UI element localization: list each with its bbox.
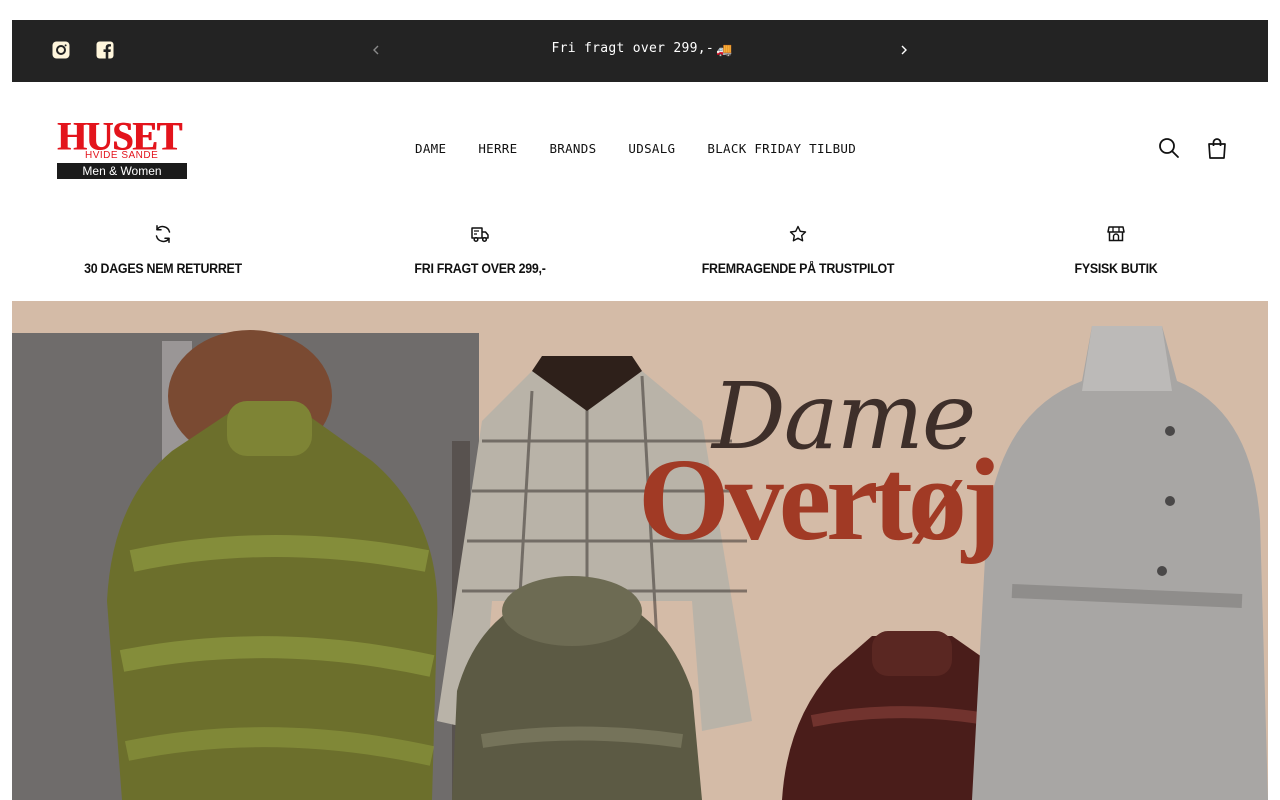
instagram-link[interactable]	[52, 41, 70, 59]
chevron-left-icon	[373, 45, 379, 55]
nav-item-herre[interactable]: HERRE	[478, 141, 517, 156]
announcement-prev-button[interactable]	[368, 42, 384, 58]
announcement-text: Fri fragt over 299,-	[551, 41, 715, 56]
delivery-truck-icon	[471, 227, 489, 243]
site-header: HUSET HVIDE SANDE Men & Women DAME HERRE…	[12, 82, 1268, 212]
logo-tagline: Men & Women	[57, 163, 187, 179]
usp-item-trustpilot: FREMRAGENDE PÅ TRUSTPILOT	[648, 224, 948, 276]
announcement-next-button[interactable]	[896, 42, 912, 58]
search-button[interactable]	[1158, 137, 1180, 159]
nav-item-brands[interactable]: BRANDS	[549, 141, 596, 156]
nav-item-udsalg[interactable]: UDSALG	[628, 141, 675, 156]
usp-label: 30 DAGES NEM RETURRET	[84, 261, 242, 276]
usp-item-returns: 30 DAGES NEM RETURRET	[13, 224, 313, 276]
usp-item-shipping: FRI FRAGT OVER 299,-	[330, 224, 630, 276]
header-actions	[1158, 137, 1228, 159]
nav-item-black-friday[interactable]: BLACK FRIDAY TILBUD	[707, 141, 856, 156]
usp-label: FRI FRAGT OVER 299,-	[414, 261, 546, 276]
hero-title-main: Overtøj	[638, 434, 1001, 565]
star-icon	[789, 225, 807, 242]
cart-button[interactable]	[1206, 137, 1228, 159]
usp-item-store: FYSISK BUTIK	[966, 224, 1266, 276]
social-links	[52, 41, 114, 59]
usp-label: FYSISK BUTIK	[1074, 261, 1158, 276]
facebook-icon	[96, 41, 114, 59]
hero-banner[interactable]: Dame Overtøj	[12, 301, 1268, 800]
announcement-message: Fri fragt over 299,- 🚚	[392, 41, 892, 58]
store-icon	[1107, 226, 1125, 242]
search-icon	[1159, 138, 1179, 158]
main-nav: DAME HERRE BRANDS UDSALG BLACK FRIDAY TI…	[415, 141, 856, 156]
refresh-icon	[155, 225, 171, 243]
chevron-right-icon	[901, 45, 907, 55]
instagram-icon	[52, 41, 70, 59]
usp-bar: 30 DAGES NEM RETURRET FRI FRAGT OVER 299…	[12, 212, 1268, 301]
logo-title: HUSET	[57, 114, 182, 160]
nav-item-dame[interactable]: DAME	[415, 141, 446, 156]
announcement-bar: Fri fragt over 299,- 🚚	[12, 20, 1268, 82]
truck-emoji-icon: 🚚	[716, 43, 733, 58]
logo[interactable]: HUSET HVIDE SANDE Men & Women	[57, 114, 187, 182]
shopping-bag-icon	[1208, 138, 1226, 159]
usp-label: FREMRAGENDE PÅ TRUSTPILOT	[701, 261, 895, 276]
facebook-link[interactable]	[96, 41, 114, 59]
